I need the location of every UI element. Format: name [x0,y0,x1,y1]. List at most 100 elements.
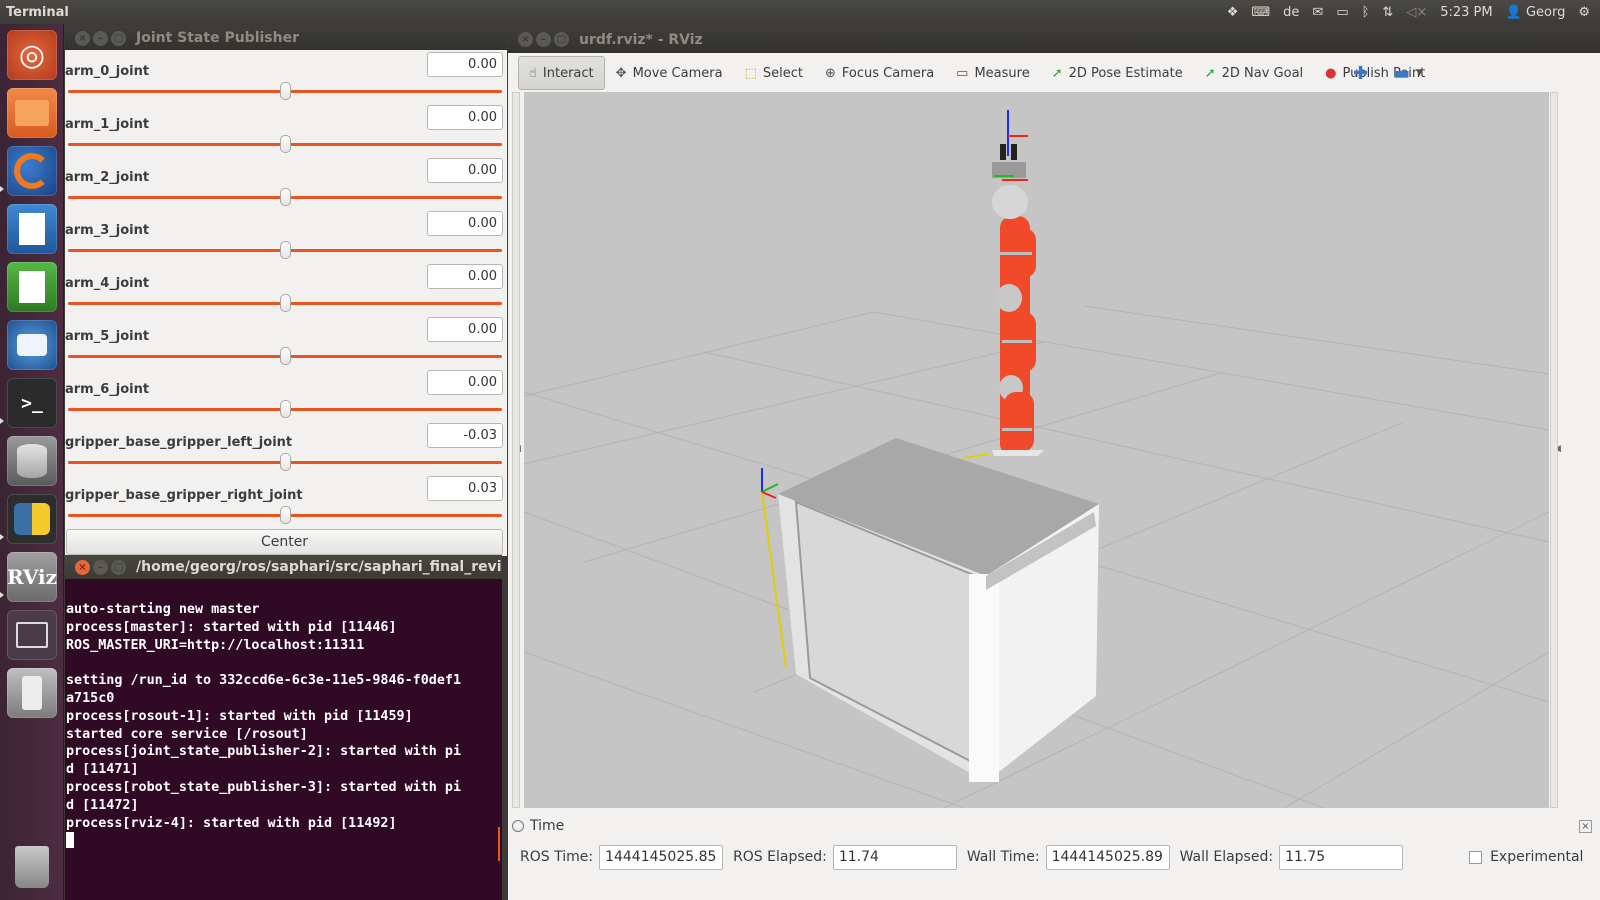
joint-value-field[interactable]: 0.00 [427,211,503,236]
close-icon[interactable]: × [75,559,90,575]
joint-label: arm_3_joint [65,223,150,238]
user-menu[interactable]: 👤 Georg [1506,5,1566,20]
tool-label: Move Camera [632,65,723,81]
rviz-titlebar[interactable]: × – □ urdf.rviz* - RViz [508,26,1600,53]
joint-slider[interactable] [68,82,502,100]
files-icon[interactable] [7,88,57,138]
select-box-icon: ⬚ [744,65,757,81]
joint-label: arm_5_joint [65,329,150,344]
joint-value-field[interactable]: 0.00 [427,370,503,395]
ros-time-field[interactable]: 1444145025.85 [599,844,724,870]
terminal-output[interactable]: auto-starting new master process[master]:… [66,601,501,850]
ros-elapsed-field[interactable]: 11.74 [832,844,957,870]
network-icon[interactable]: ⇅ [1382,5,1393,20]
minimize-icon[interactable]: – [93,559,108,575]
terminal-window: × – □ /home/georg/ros/saphari/src/saphar… [65,555,502,900]
joint-value-field[interactable]: 0.00 [427,105,503,130]
wall-time-field[interactable]: 1444145025.89 [1045,844,1170,870]
tool-move-camera[interactable]: ✥ Move Camera [605,56,734,90]
hand-pointer-icon: ☝ [529,65,537,81]
firefox-icon[interactable] [7,146,57,196]
tool-2d-pose-estimate[interactable]: ➚ 2D Pose Estimate [1041,56,1194,90]
terminal-scrollbar[interactable] [498,827,500,861]
slider-handle[interactable] [280,82,291,100]
dropbox-icon[interactable]: ❖ [1227,5,1239,20]
joint-slider[interactable] [68,400,502,418]
workspace-switcher-icon[interactable] [7,610,57,660]
close-icon[interactable]: × [518,32,533,47]
slider-handle[interactable] [280,135,291,153]
joint-value-field[interactable]: 0.00 [427,158,503,183]
joint-slider[interactable] [68,506,502,524]
right-splitter[interactable] [1550,92,1558,808]
wall-elapsed-field[interactable]: 11.75 [1279,844,1404,870]
minimize-icon[interactable]: – [536,32,551,47]
add-tool-plus-icon[interactable]: ✚ [1342,56,1379,90]
terminal-line: d [11471] [66,762,139,778]
joint-label: gripper_base_gripper_left_joint [65,435,293,450]
close-icon[interactable]: × [75,30,90,46]
tool-focus-camera[interactable]: ⊕ Focus Camera [814,56,945,90]
tool-interact[interactable]: ☝ Interact [518,56,605,90]
usb-drive-icon[interactable] [7,668,57,718]
settings-gear-icon[interactable]: ⚙ [1578,5,1590,20]
active-app-title: Terminal [6,4,69,20]
joint-slider[interactable] [68,241,502,259]
slider-handle[interactable] [280,241,291,259]
clock[interactable]: 5:23 PM [1440,5,1492,20]
tool-2d-nav-goal[interactable]: ➚ 2D Nav Goal [1194,56,1314,90]
slider-handle[interactable] [280,294,291,312]
top-panel: Terminal ❖ ⌨ de ✉ ▭ ᛒ ⇅ ◁× 5:23 PM 👤 Geo… [0,0,1600,24]
terminal-icon[interactable]: >_ [7,378,57,428]
terminal-cursor [66,832,74,849]
minimize-icon[interactable]: – [93,30,108,46]
ubuntu-dash-icon[interactable]: ◎ [7,30,57,80]
jsp-titlebar[interactable]: × – □ Joint State Publisher [65,26,507,50]
joint-slider[interactable] [68,294,502,312]
slider-handle[interactable] [280,188,291,206]
left-splitter[interactable] [512,92,520,808]
remove-tool-minus-icon[interactable]: ▬ ▼ [1382,56,1434,90]
rviz-icon[interactable]: RViz [7,552,57,602]
joint-value-field[interactable]: 0.00 [427,52,503,77]
joint-slider[interactable] [68,347,502,365]
maximize-icon[interactable]: □ [111,559,126,575]
terminal-titlebar[interactable]: × – □ /home/georg/ros/saphari/src/saphar… [65,555,502,579]
terminal-prompt[interactable] [66,832,501,850]
bluetooth-icon[interactable]: ᛒ [1362,5,1370,20]
running-indicator [0,534,4,540]
libreoffice-writer-icon[interactable] [7,204,57,254]
volume-muted-icon[interactable]: ◁× [1406,5,1427,20]
trash-icon[interactable] [7,842,57,892]
maximize-icon[interactable]: □ [111,30,126,46]
3d-viewport[interactable] [524,92,1549,808]
tool-measure[interactable]: ▭ Measure [945,56,1041,90]
slider-handle[interactable] [280,400,291,418]
battery-icon[interactable]: ▭ [1336,5,1348,20]
slider-handle[interactable] [280,506,291,524]
joint-value-field[interactable]: 0.03 [427,476,503,501]
table-model [761,438,1099,782]
experimental-checkbox[interactable] [1469,850,1483,864]
time-panel-close-icon[interactable]: × [1579,820,1592,833]
joint-label: arm_0_joint [65,64,150,79]
keyboard-icon[interactable]: ⌨ [1251,5,1270,20]
joint-label: arm_6_joint [65,382,150,397]
joint-value-field[interactable]: 0.00 [427,317,503,342]
slider-handle[interactable] [280,347,291,365]
center-button[interactable]: Center [66,529,503,555]
libreoffice-calc-icon[interactable] [7,262,57,312]
keyboard-layout-indicator[interactable]: de [1283,5,1299,20]
python-icon[interactable] [7,494,57,544]
joint-slider[interactable] [68,453,502,471]
thunderbird-icon[interactable] [7,320,57,370]
tool-select[interactable]: ⬚ Select [734,56,814,90]
maximize-icon[interactable]: □ [554,32,569,47]
joint-value-field[interactable]: 0.00 [427,264,503,289]
joint-slider[interactable] [68,135,502,153]
database-icon[interactable] [7,436,57,486]
slider-handle[interactable] [280,453,291,471]
joint-value-field[interactable]: -0.03 [427,423,503,448]
joint-slider[interactable] [68,188,502,206]
mail-icon[interactable]: ✉ [1312,5,1323,20]
